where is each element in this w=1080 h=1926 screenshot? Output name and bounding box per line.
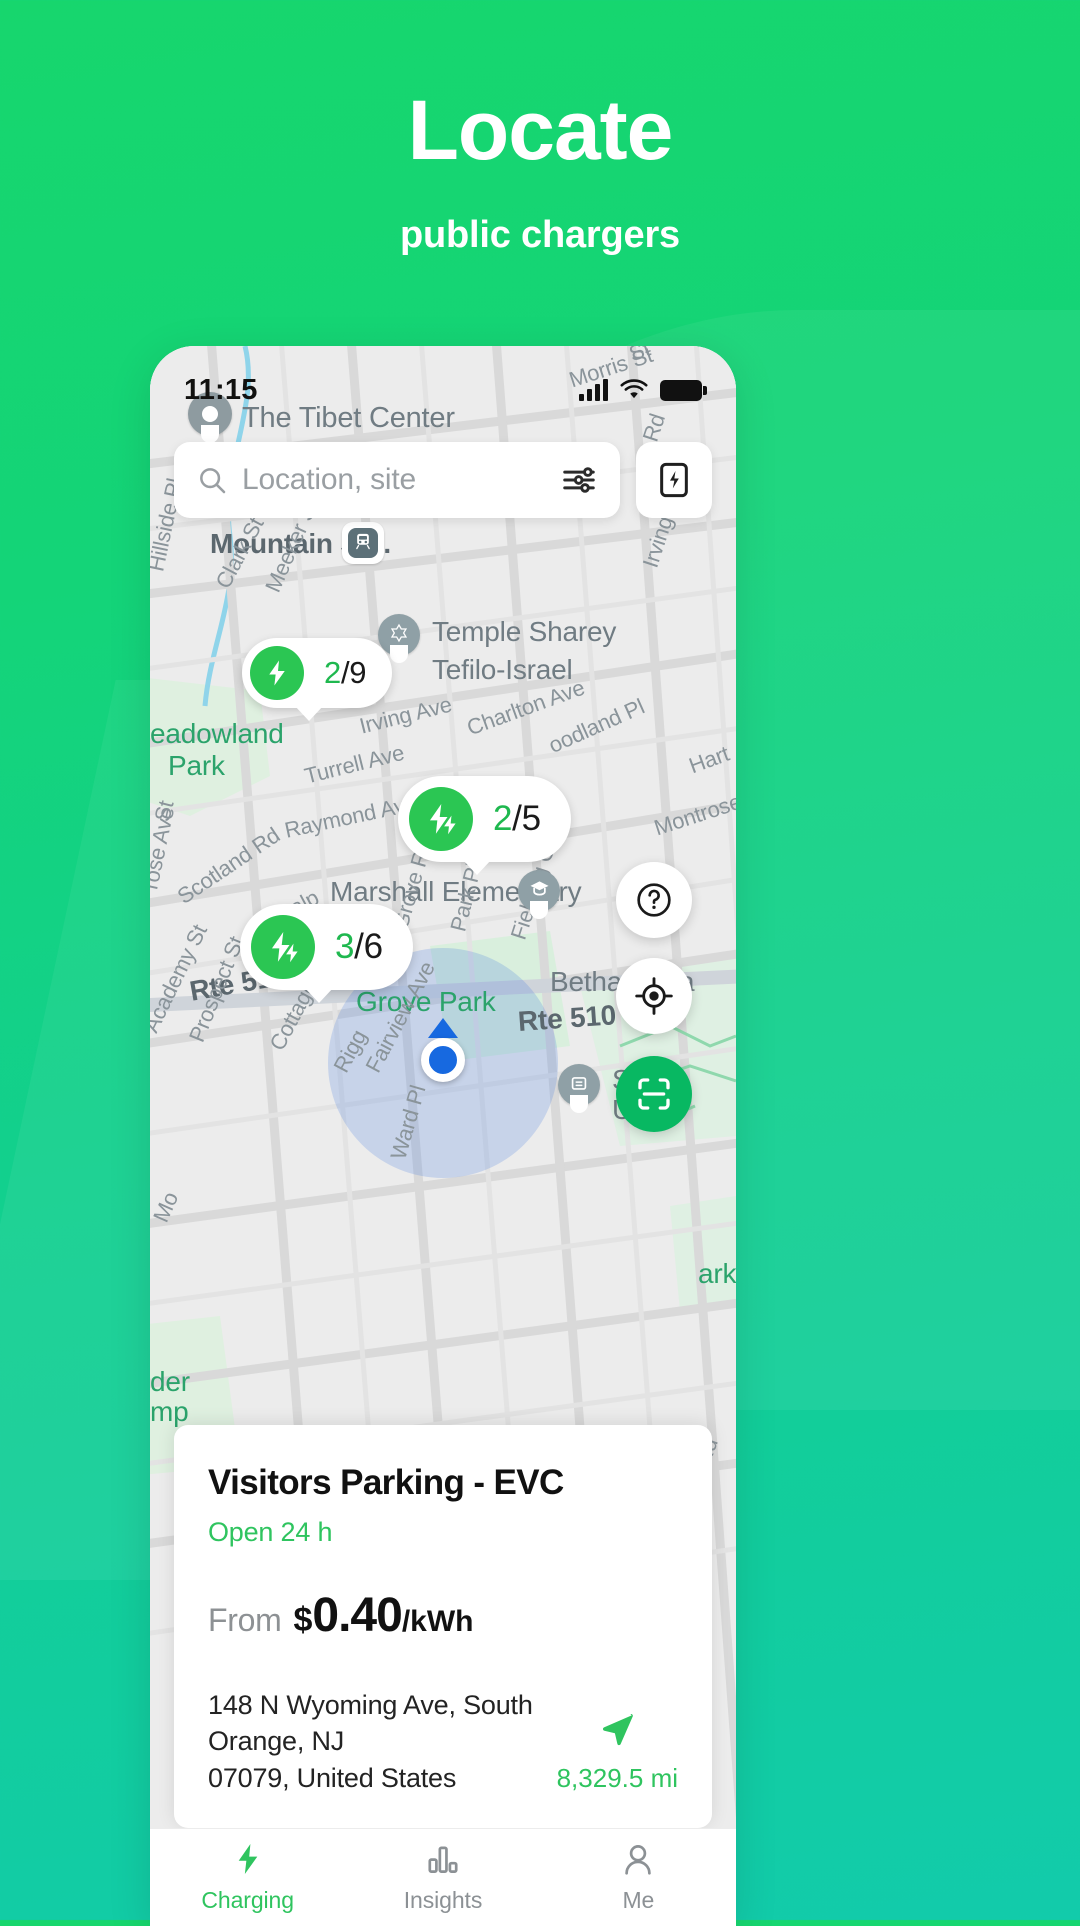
hero-headline: Locate public chargers bbox=[0, 88, 1080, 257]
charger-availability: 2/9 bbox=[324, 655, 367, 691]
map-street-label: mp bbox=[150, 1396, 189, 1427]
bottom-navigation: Charging Insights Me bbox=[150, 1828, 736, 1926]
map-street-label: der bbox=[150, 1366, 190, 1397]
charge-bolt-icon bbox=[250, 646, 304, 700]
university-marker[interactable] bbox=[558, 1064, 600, 1114]
nav-label-charging: Charging bbox=[201, 1887, 294, 1913]
charger-availability: 2/5 bbox=[493, 799, 541, 839]
scan-frame-icon bbox=[638, 1078, 670, 1110]
nav-label-insights: Insights bbox=[403, 1887, 483, 1913]
navigation-arrow-icon bbox=[603, 1714, 634, 1746]
charger-total-count: /6 bbox=[354, 927, 383, 966]
train-icon bbox=[353, 531, 373, 556]
charger-pin[interactable]: 3/6 bbox=[240, 904, 413, 1003]
price-prefix: From bbox=[208, 1601, 282, 1638]
map-street-label: Park bbox=[168, 750, 225, 781]
map-street-label: Tefilo-Israel bbox=[432, 654, 573, 685]
fast-charge-bolt-icon bbox=[409, 787, 473, 851]
help-button[interactable] bbox=[616, 862, 692, 938]
nav-item-charging[interactable]: Charging bbox=[150, 1841, 345, 1914]
location-heading-arrow bbox=[428, 1018, 458, 1038]
map-street-label: eadowland bbox=[150, 718, 284, 749]
charger-total-count: /9 bbox=[340, 655, 367, 690]
charger-availability: 3/6 bbox=[335, 927, 383, 967]
battery-full-icon bbox=[660, 379, 707, 401]
person-icon bbox=[625, 1845, 652, 1875]
map-street-label: Temple Sharey bbox=[432, 616, 617, 647]
fast-charge-bolt-icon bbox=[251, 915, 315, 979]
wifi-icon bbox=[620, 379, 648, 399]
signal-bars-icon bbox=[579, 379, 608, 401]
map-street-label: ark bbox=[698, 1258, 736, 1289]
charger-hours: Open 24 h bbox=[208, 1516, 333, 1547]
current-location-dot bbox=[421, 1038, 465, 1082]
my-location-button[interactable] bbox=[616, 958, 692, 1034]
charger-pin[interactable]: 2/5 bbox=[398, 776, 571, 875]
charge-card-button[interactable] bbox=[636, 442, 712, 518]
hero-title: Locate bbox=[407, 83, 674, 177]
price-currency: $ bbox=[293, 1600, 313, 1639]
nav-item-insights[interactable]: Insights bbox=[345, 1841, 540, 1914]
price-value: 0.40 bbox=[312, 1588, 402, 1642]
nav-item-me[interactable]: Me bbox=[541, 1841, 736, 1914]
nav-label-me: Me bbox=[622, 1887, 655, 1913]
map-street-label: Rte 510 bbox=[516, 999, 618, 1037]
charger-available-count: 2 bbox=[493, 799, 513, 838]
search-row: Location, site bbox=[174, 442, 712, 518]
crosshair-icon bbox=[635, 977, 673, 1015]
question-mark-icon bbox=[637, 883, 671, 917]
school-marker[interactable] bbox=[518, 870, 560, 920]
search-input[interactable]: Location, site bbox=[174, 442, 620, 518]
charger-available-count: 2 bbox=[324, 655, 341, 690]
charger-total-count: /5 bbox=[512, 799, 541, 838]
search-placeholder: Location, site bbox=[242, 463, 416, 496]
charger-address-row: 148 N Wyoming Ave, South Orange, NJ 0707… bbox=[208, 1687, 678, 1796]
charger-available-count: 3 bbox=[335, 927, 355, 966]
charger-distance[interactable]: 8,329.5 mi bbox=[557, 1708, 678, 1796]
address-line-2: 07079, United States bbox=[208, 1762, 457, 1793]
charge-card-icon bbox=[660, 462, 688, 498]
charger-pin[interactable]: 2/9 bbox=[242, 638, 393, 721]
distance-value: 8,329.5 mi bbox=[556, 1763, 678, 1793]
hero-subtitle: public chargers bbox=[400, 214, 680, 256]
status-bar: 11:15 bbox=[150, 368, 736, 412]
train-station-marker[interactable] bbox=[342, 522, 384, 572]
charger-address: 148 N Wyoming Ave, South Orange, NJ 0707… bbox=[208, 1687, 537, 1796]
price-unit: /kWh bbox=[401, 1604, 474, 1638]
bar-chart-icon bbox=[428, 1846, 458, 1873]
address-line-1: 148 N Wyoming Ave, South Orange, NJ bbox=[208, 1689, 533, 1757]
bolt-icon bbox=[238, 1844, 257, 1874]
scan-qr-button[interactable] bbox=[616, 1056, 692, 1132]
status-clock: 11:15 bbox=[184, 373, 258, 406]
sliders-filter-icon[interactable] bbox=[560, 461, 598, 499]
search-icon bbox=[200, 468, 226, 494]
charger-price-row: From $ 0.40 /kWh bbox=[208, 1588, 678, 1643]
charger-info-card[interactable]: Visitors Parking - EVC Open 24 h From $ … bbox=[174, 1424, 712, 1828]
charger-title: Visitors Parking - EVC bbox=[208, 1462, 564, 1502]
status-icons bbox=[579, 379, 707, 401]
phone-frame: Morris StStRdMountain Sta.Hillside PlCla… bbox=[150, 346, 736, 1926]
